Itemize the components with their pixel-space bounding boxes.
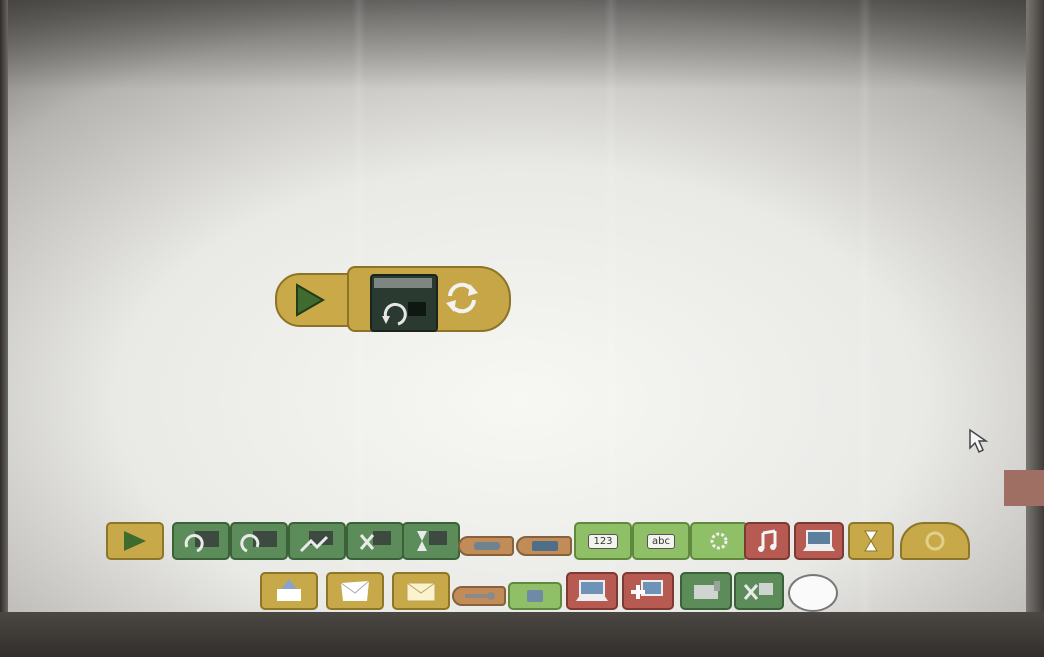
palette-loop-block[interactable] (900, 522, 970, 560)
comment-icon[interactable] (788, 574, 838, 612)
palette-row-1: 123 abc (0, 522, 1044, 570)
palette-wait-block[interactable] (848, 522, 894, 560)
motor-power-icon (299, 531, 333, 553)
palette-start-block[interactable] (106, 522, 164, 560)
motor-rotate-icon (374, 278, 432, 326)
mouse-cursor-icon (969, 428, 989, 454)
palette-distance-sensor-block[interactable] (516, 536, 572, 556)
tilt-sensor-icon (474, 542, 500, 550)
glare-stripe (604, 0, 618, 612)
program-start-block[interactable] (275, 273, 355, 327)
play-icon (124, 531, 146, 551)
program-motor-block[interactable] (370, 274, 438, 332)
text-input-label: abc (647, 533, 675, 549)
display-background-icon (576, 580, 608, 601)
palette-text-input-block[interactable]: abc (632, 522, 690, 560)
palette-motor-on-block[interactable] (680, 572, 732, 610)
palette-tilt-sensor-block[interactable] (458, 536, 514, 556)
motor-stop-icon (743, 583, 773, 600)
number-input-label: 123 (588, 533, 618, 549)
palette-send-message-block[interactable] (326, 572, 384, 610)
palette-motor-cw-block[interactable] (172, 522, 230, 560)
loop-icon (446, 282, 478, 314)
display-add-icon (631, 580, 663, 599)
palette-motor-ccw-block[interactable] (230, 522, 288, 560)
top-shadow (0, 0, 1044, 90)
palette-motor-power-block[interactable] (288, 522, 346, 560)
distance-sensor-icon (532, 541, 558, 551)
palette-display-block[interactable] (794, 522, 844, 560)
loop-icon (925, 531, 945, 551)
palette-message-block[interactable] (392, 572, 450, 610)
message-icon (406, 582, 436, 602)
display-icon (803, 530, 835, 551)
random-icon (710, 532, 728, 550)
palette-sound-block[interactable] (744, 522, 790, 560)
motor-off-icon (359, 531, 391, 550)
palette-light-sensor-block[interactable] (508, 582, 562, 610)
palette-row-2 (0, 572, 1044, 620)
receive-message-icon (277, 579, 301, 601)
palette-number-input-block[interactable]: 123 (574, 522, 632, 560)
send-message-icon (340, 580, 370, 601)
palette-display-background-block[interactable] (566, 572, 618, 610)
palette-motor-time-block[interactable] (402, 522, 460, 560)
side-panel-tab[interactable] (1004, 470, 1044, 506)
key-icon (465, 592, 495, 600)
play-icon (296, 283, 326, 317)
light-sensor-icon (527, 590, 543, 602)
palette-motor-off-block[interactable] (346, 522, 404, 560)
program-canvas-blocks (275, 266, 511, 332)
motor-ccw-icon (240, 531, 277, 553)
palette-receive-message-block[interactable] (260, 572, 318, 610)
glare-stripe (858, 0, 872, 612)
wait-icon (864, 530, 878, 552)
bezel-right (1026, 0, 1044, 612)
sound-icon (758, 529, 777, 552)
motor-time-icon (417, 531, 447, 551)
bezel-left (0, 0, 8, 612)
palette-key-block[interactable] (452, 586, 506, 606)
palette-display-add-block[interactable] (622, 572, 674, 610)
palette-motor-stop-block[interactable] (734, 572, 784, 610)
motor-cw-icon (184, 531, 219, 553)
palette-random-block[interactable] (690, 522, 748, 560)
motor-on-icon (694, 581, 720, 599)
